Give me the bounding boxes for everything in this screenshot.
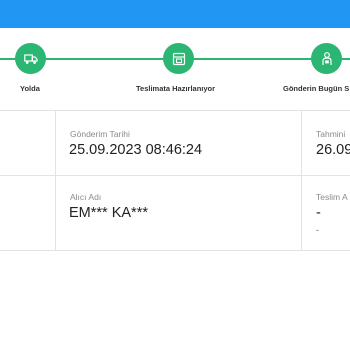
recipient-name-value: EM*** KA*** [69, 205, 148, 221]
shipment-date-value: 25.09.2023 08:46:24 [69, 142, 203, 158]
column-divider [301, 111, 302, 251]
step-label-in-transit: Yolda [20, 84, 40, 93]
delivery-recipient-label: Teslim A [316, 192, 348, 202]
shipment-details-table: Gönderim Tarihi 25.09.2023 08:46:24 Tahm… [0, 110, 350, 251]
column-divider [55, 111, 56, 251]
header-bar [0, 0, 350, 28]
recipient-name-label: Alıcı Adı [70, 192, 102, 202]
row-divider [0, 175, 350, 176]
shipment-date-label: Gönderim Tarihi [70, 129, 130, 139]
step-in-transit [15, 43, 46, 74]
truck-icon [23, 53, 38, 65]
step-preparing-delivery [163, 43, 194, 74]
step-label-out-for-delivery: Gönderin Bugün S [283, 84, 350, 93]
shipment-tracking-page: Yolda Teslimata Hazırlanıyor Gönderin Bu [0, 0, 350, 350]
delivery-recipient-subvalue: - [316, 225, 319, 235]
courier-person-icon [321, 51, 333, 66]
step-out-for-delivery [311, 43, 342, 74]
estimated-delivery-value: 26.09 [316, 142, 350, 158]
package-box-icon [172, 52, 186, 66]
estimated-delivery-label: Tahmini [316, 129, 346, 139]
delivery-recipient-value: - [316, 205, 321, 221]
step-label-preparing: Teslimata Hazırlanıyor [136, 84, 216, 93]
